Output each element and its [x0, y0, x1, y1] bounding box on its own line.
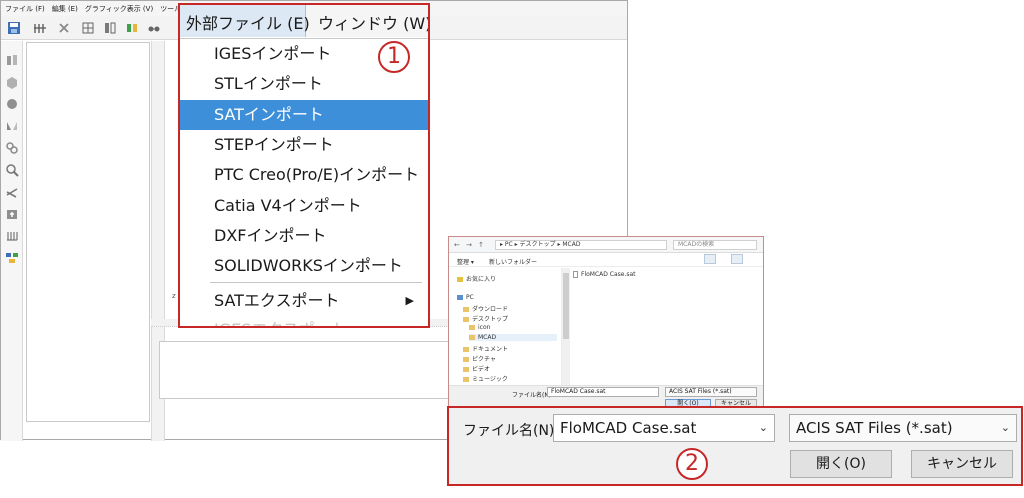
menu-item-sat-import[interactable]: SATインポート — [180, 100, 428, 130]
delete-icon[interactable] — [57, 21, 71, 35]
assembly-tool-icon[interactable] — [5, 53, 19, 67]
preview-pane-icon[interactable] — [731, 254, 743, 264]
nav-pictures-label: ピクチャ — [472, 356, 496, 363]
menu-external-file[interactable]: 外部ファイル (E) — [180, 5, 310, 37]
path-breadcrumb[interactable]: ▸ PC ▸ デスクトップ ▸ MCAD — [495, 240, 667, 250]
glasses-icon[interactable] — [147, 21, 161, 35]
chevron-down-icon[interactable]: ⌄ — [759, 415, 768, 441]
nav-desktop-label: デスクトップ — [472, 316, 509, 323]
cuboid-icon[interactable] — [5, 75, 19, 89]
menu-window[interactable]: ウィンドウ (W) — [310, 5, 428, 37]
menu-item-sat-export[interactable]: SATエクスポート ▶ — [180, 286, 428, 316]
assembly-icon[interactable] — [125, 21, 139, 35]
search-input[interactable]: MCADの検索 — [673, 240, 757, 250]
chevron-down-icon[interactable]: ⌄ — [1001, 415, 1010, 441]
nav-videos-label: ビデオ — [472, 366, 491, 373]
sphere-icon[interactable] — [5, 97, 19, 111]
address-bar: ← → ↑ ▸ PC ▸ デスクトップ ▸ MCAD MCADの検索 — [449, 237, 763, 253]
menu-item-step-import[interactable]: STEPインポート — [180, 130, 428, 160]
heatsink-icon[interactable] — [5, 229, 19, 243]
zoom-filename-field[interactable]: FloMCAD Case.sat ⌄ — [553, 414, 775, 442]
nav-pictures[interactable]: ピクチャ — [463, 354, 496, 363]
menu-list: IGESインポート STLインポート SATインポート STEPインポート PT… — [180, 38, 428, 326]
menu-graphics-view[interactable]: グラフィック表示 (V) — [85, 4, 153, 14]
nav-documents-label: ドキュメント — [472, 346, 509, 353]
star-icon — [457, 277, 463, 282]
zoom-filename-value: FloMCAD Case.sat — [560, 419, 697, 437]
menu-item-dxf-import[interactable]: DXFインポート — [180, 221, 428, 251]
nav-icon-folder-label: icon — [478, 324, 491, 331]
nav-mcad-label: MCAD — [478, 334, 497, 341]
file-item[interactable]: FloMCAD Case.sat — [573, 271, 636, 278]
zoomed-dialog-footer: ファイル名(N): FloMCAD Case.sat ⌄ ACIS SAT Fi… — [447, 406, 1023, 486]
nav-pc[interactable]: PC — [457, 294, 474, 301]
save-icon[interactable] — [7, 21, 21, 35]
nav-documents[interactable]: ドキュメント — [463, 344, 508, 353]
zoom-filetype-select[interactable]: ACIS SAT Files (*.sat) ⌄ — [789, 414, 1017, 442]
partial-text: z — [172, 292, 176, 300]
organize-button[interactable]: 整理 ▾ — [457, 257, 474, 266]
file-item-label: FloMCAD Case.sat — [581, 271, 636, 278]
menu-header: 外部ファイル (E) ウィンドウ (W) — [180, 5, 428, 37]
new-folder-button[interactable]: 新しいフォルダー — [489, 257, 537, 266]
zoom-filename-label: ファイル名(N): — [463, 423, 560, 439]
menu-item-creo-import[interactable]: PTC Creo(Pro/E)インポート — [180, 160, 428, 190]
nav-desktop[interactable]: デスクトップ — [463, 314, 508, 323]
nav-downloads[interactable]: ダウンロード — [463, 304, 508, 313]
nav-icon-folder[interactable]: icon — [469, 324, 490, 331]
view-mode-icon[interactable] — [704, 254, 716, 264]
filename-field[interactable]: FloMCAD Case.sat — [547, 387, 659, 397]
submenu-arrow-icon: ▶ — [405, 294, 414, 307]
chain-icon[interactable] — [5, 141, 19, 155]
project-tree-panel[interactable] — [26, 42, 150, 422]
navigation-pane: お気に入り PC ダウンロード デスクトップ icon MCAD ドキュメント … — [449, 268, 562, 386]
step-marker-2: 2 — [676, 448, 708, 480]
folder-icon — [469, 325, 475, 330]
align-icon[interactable] — [33, 21, 47, 35]
nav-favorites[interactable]: お気に入り — [457, 274, 496, 283]
menu-item-stl-import[interactable]: STLインポート — [180, 69, 428, 99]
nav-music[interactable]: ミュージック — [463, 374, 508, 383]
nav-favorites-label: お気に入り — [466, 276, 497, 283]
file-open-dialog: ← → ↑ ▸ PC ▸ デスクトップ ▸ MCAD MCADの検索 整理 ▾ … — [448, 236, 764, 410]
layout-icon[interactable] — [103, 21, 117, 35]
zoom-cancel-button[interactable]: キャンセル — [911, 450, 1013, 478]
nav-pc-label: PC — [466, 294, 474, 301]
nav-downloads-label: ダウンロード — [472, 306, 509, 313]
menu-file[interactable]: ファイル (F) — [5, 4, 45, 14]
network-icon[interactable] — [5, 251, 19, 265]
nav-arrows-icon[interactable]: ← → ↑ — [454, 241, 486, 249]
nav-scrollbar-thumb[interactable] — [563, 273, 569, 339]
folder-icon — [463, 307, 469, 312]
source-icon[interactable] — [5, 207, 19, 221]
folder-icon — [469, 335, 475, 340]
folder-icon — [463, 317, 469, 322]
file-icon — [573, 271, 578, 278]
nav-videos[interactable]: ビデオ — [463, 364, 490, 373]
fan-icon[interactable] — [5, 185, 19, 199]
zoom-open-button[interactable]: 開く(O) — [790, 450, 892, 478]
folder-icon — [463, 357, 469, 362]
folder-icon — [463, 347, 469, 352]
menu-item-solidworks-import[interactable]: SOLIDWORKSインポート — [180, 251, 428, 281]
folder-icon — [463, 377, 469, 382]
mirror-icon[interactable] — [5, 119, 19, 133]
pc-icon — [457, 295, 463, 300]
folder-icon — [463, 367, 469, 372]
zoom-icon[interactable] — [5, 163, 19, 177]
nav-mcad[interactable]: MCAD — [469, 334, 557, 341]
step-marker-1: 1 — [378, 41, 410, 73]
menu-item-sat-export-label: SATエクスポート — [214, 291, 340, 310]
menu-item-iges-export[interactable]: IGESエクスポート — [180, 315, 428, 326]
grid-icon[interactable] — [81, 21, 95, 35]
menu-item-catia-import[interactable]: Catia V4インポート — [180, 191, 428, 221]
menu-edit[interactable]: 編集 (E) — [52, 4, 78, 14]
zoom-filetype-value: ACIS SAT Files (*.sat) — [796, 419, 953, 437]
filetype-select[interactable]: ACIS SAT Files (*.sat) — [665, 387, 757, 397]
left-toolbar — [1, 41, 23, 441]
nav-music-label: ミュージック — [472, 376, 508, 383]
menu-separator — [210, 282, 422, 283]
